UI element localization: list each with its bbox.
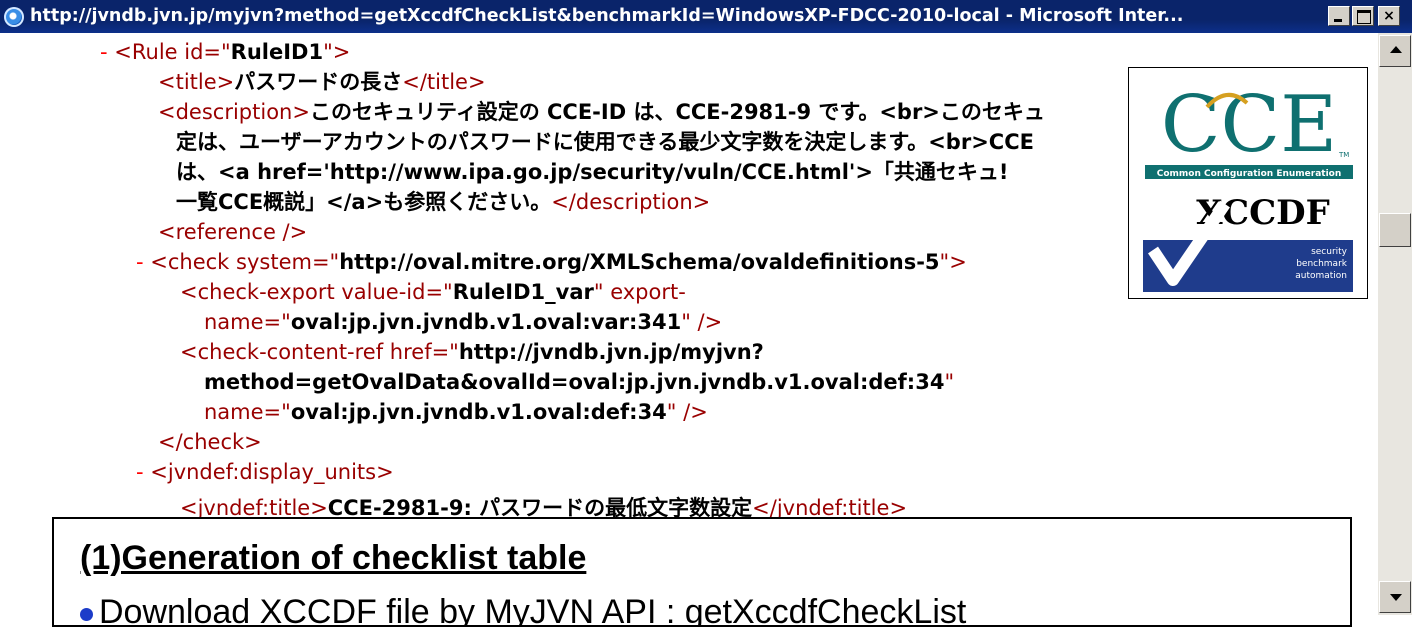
cce-logo-letters: CCE (1161, 80, 1337, 170)
xml-line-export-name: name="oval:jp.jvn.jvndb.v1.oval:var:341"… (204, 307, 722, 337)
cce-logo-caption: Common Configuration Enumeration (1157, 169, 1342, 179)
xml-tag: <check-export value-id=" (180, 280, 453, 304)
maximize-button[interactable] (1352, 6, 1374, 26)
xccdf-tag-security: security (1311, 247, 1348, 257)
xml-tag: </title> (402, 70, 486, 94)
xml-attr-value: RuleID1 (230, 40, 324, 64)
xml-tag: <check-content-ref href=" (180, 340, 459, 364)
collapse-toggle[interactable]: - (136, 460, 144, 484)
xml-attr-value: http://jvndb.jvn.jp/myjvn? (458, 340, 764, 364)
xml-tag: </check> (158, 430, 262, 454)
xml-tag: <Rule id=" (114, 40, 231, 64)
slide-bullet: Download XCCDF file by MyJVN API : getXc… (80, 593, 967, 627)
xml-line-href-continued: method=getOvalData&ovalId=oval:jp.jvn.jv… (204, 367, 954, 397)
xml-tag: "> (323, 40, 351, 64)
xml-tag: " /> (666, 400, 708, 424)
xml-line-check: - <check system="http://oval.mitre.org/X… (136, 247, 967, 277)
window-title: http://jvndb.jvn.jp/myjvn?method=getXccd… (30, 6, 1184, 26)
cce-logo: CCE TM Common Configuration Enumeration (1145, 80, 1353, 179)
xccdf-tag-benchmark: benchmark (1296, 259, 1348, 269)
scroll-up-button[interactable] (1379, 35, 1411, 67)
xml-line-description-2: 定は、ユーザーアカウントのパスワードに使用できる最少文字数を決定します。<br>… (176, 127, 1034, 157)
xccdf-logo: XCCDF security benchmark automation (1143, 193, 1353, 292)
minimize-button[interactable] (1328, 6, 1350, 26)
collapse-toggle[interactable]: - (100, 40, 108, 64)
xml-tag: </description> (551, 190, 711, 214)
internet-explorer-icon (4, 7, 24, 27)
xml-tag: <check system=" (150, 250, 340, 274)
xml-attr-value: oval:jp.jvn.jvndb.v1.oval:var:341 (290, 310, 682, 334)
scroll-down-button[interactable] (1379, 581, 1411, 613)
xml-attr-value: http://oval.mitre.org/XMLSchema/ovaldefi… (339, 250, 940, 274)
xml-line-reference: <reference /> (158, 217, 307, 247)
xml-tag: " export- (593, 280, 686, 304)
xml-tag: " /> (681, 310, 723, 334)
window-title-bar[interactable]: http://jvndb.jvn.jp/myjvn?method=getXccd… (0, 0, 1412, 33)
xml-tag: <title> (158, 70, 235, 94)
logo-panel: CCE TM Common Configuration Enumeration … (1128, 67, 1368, 299)
xml-tag: <description> (158, 100, 310, 124)
xml-text: このセキュリティ設定の CCE-ID は、CCE-2981-9 です。<br>こ… (309, 100, 1045, 124)
xml-line-description: <description>このセキュリティ設定の CCE-ID は、CCE-29… (158, 97, 1045, 127)
slide-heading: (1)Generation of checklist table (80, 539, 587, 577)
xml-line-display-units: - <jvndef:display_units> (136, 457, 394, 487)
xml-line-check-export: <check-export value-id="RuleID1_var" exp… (180, 277, 686, 307)
xml-attr-value: RuleID1_var (452, 280, 594, 304)
collapse-toggle[interactable]: - (136, 250, 144, 274)
slide-annotation-box: (1)Generation of checklist table Downloa… (52, 517, 1352, 627)
xml-line-description-4: 一覧CCE概説」</a>も参照ください。</description> (176, 187, 710, 217)
xml-line-description-3: は、<a href='http://www.ipa.go.jp/security… (176, 157, 1009, 187)
xml-tag: name=" (204, 400, 291, 424)
xml-line-check-close: </check> (158, 427, 262, 457)
vertical-scrollbar[interactable] (1378, 33, 1412, 615)
xml-text: 一覧CCE概説」</a>も参照ください。 (176, 190, 552, 214)
xml-text: パスワードの長さ (234, 70, 403, 94)
xml-line-check-content-ref: <check-content-ref href="http://jvndb.jv… (180, 337, 764, 367)
scroll-thumb[interactable] (1379, 213, 1411, 247)
xml-tag: name=" (204, 310, 291, 334)
cce-logo-tm: TM (1338, 151, 1349, 159)
xml-tag: <jvndef:display_units> (150, 460, 394, 484)
close-button[interactable]: × (1378, 6, 1400, 26)
xml-line-rule: - <Rule id="RuleID1"> (100, 37, 350, 67)
xml-line-title: <title>パスワードの長さ</title> (158, 67, 486, 97)
xml-text: は、<a href='http://www.ipa.go.jp/security… (176, 160, 1009, 184)
xml-tag: " (944, 370, 955, 394)
slide-bullet-text: Download XCCDF file by MyJVN API : getXc… (99, 593, 967, 627)
xml-attr-value: method=getOvalData&ovalId=oval:jp.jvn.jv… (204, 370, 945, 394)
xml-tag: "> (939, 250, 967, 274)
xml-text: 定は、ユーザーアカウントのパスワードに使用できる最少文字数を決定します。<br>… (176, 130, 1034, 154)
xml-attr-value: oval:jp.jvn.jvndb.v1.oval:def:34 (290, 400, 667, 424)
xccdf-tag-automation: automation (1295, 271, 1347, 281)
xml-line-content-name: name="oval:jp.jvn.jvndb.v1.oval:def:34" … (204, 397, 708, 427)
xml-tag: <reference /> (158, 220, 308, 244)
bullet-icon (80, 607, 93, 621)
